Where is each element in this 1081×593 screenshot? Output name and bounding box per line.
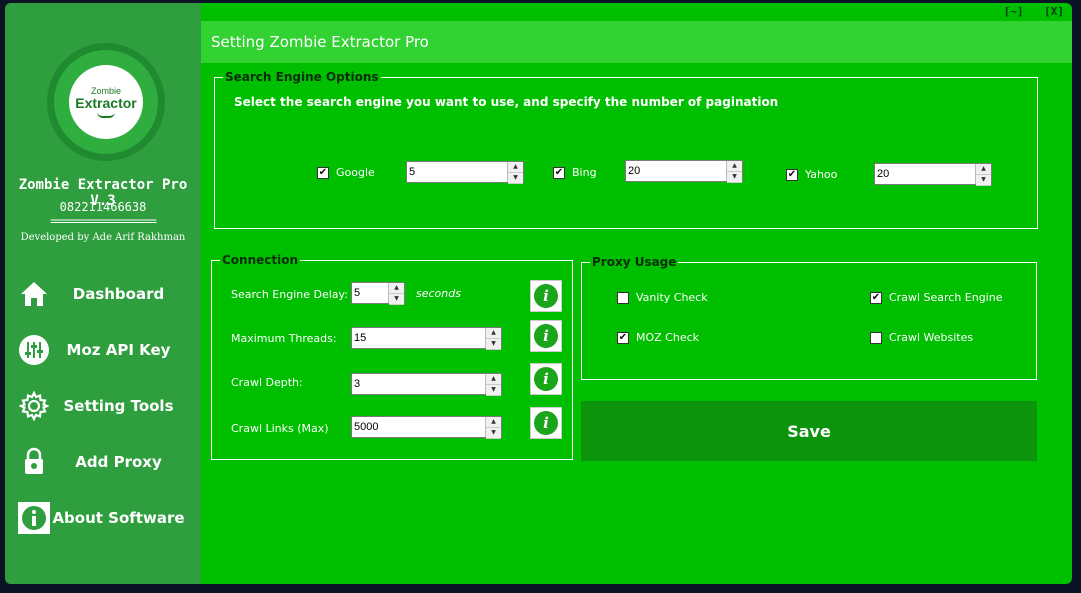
connection-group: Connection Search Engine Delay: 5 ▲ ▼ se… (211, 252, 573, 460)
sidebar-item-label: Dashboard (72, 285, 165, 303)
search-engine-group: Search Engine Options Select the search … (214, 69, 1038, 229)
window-controls: [~] [X] (990, 5, 1064, 18)
checkbox-label: Bing (572, 166, 597, 179)
proxy-usage-group: Proxy Usage Vanity Check ✔ Crawl Search … (581, 254, 1037, 380)
google-checkbox[interactable]: ✔ Google (317, 166, 375, 179)
sidebar-item-label: Moz API Key (66, 341, 171, 359)
info-icon: i (534, 411, 558, 435)
moz-check-checkbox[interactable]: ✔ MOZ Check (617, 331, 699, 344)
checkbox-box: ✔ (786, 168, 798, 181)
sidebar-item-label: Add Proxy (75, 453, 162, 471)
stepper-up-button[interactable]: ▲ (508, 162, 523, 173)
sidebar-item-moz-api-key[interactable]: Moz API Key (5, 330, 201, 370)
sidebar-item-label: Setting Tools (63, 397, 174, 415)
stepper-down-button[interactable]: ▼ (389, 294, 404, 305)
separator: ================= (50, 214, 157, 228)
stepper-up-button[interactable]: ▲ (486, 328, 501, 339)
gear-icon (17, 390, 51, 422)
search-engine-description: Select the search engine you want to use… (234, 95, 779, 109)
bing-pagination-stepper[interactable]: 20 ▲ ▼ (625, 160, 743, 183)
sliders-icon (17, 334, 51, 366)
maximum-threads-label: Maximum Threads: (231, 332, 337, 345)
connection-legend: Connection (220, 252, 301, 268)
stepper-value: 20 (877, 168, 890, 180)
logo-smile-icon (97, 112, 115, 118)
stepper-down-button[interactable]: ▼ (486, 428, 501, 439)
checkbox-label: Crawl Websites (889, 331, 974, 344)
stepper-value: 15 (354, 332, 367, 344)
app-window: Zombie Extractor Zombie Extractor Pro V.… (5, 3, 1072, 584)
threads-info-button[interactable]: i (530, 320, 562, 352)
sidebar-item-about-software[interactable]: About Software (5, 498, 201, 538)
stepper-value: 5 (409, 166, 416, 178)
yahoo-pagination-stepper[interactable]: 20 ▲ ▼ (874, 163, 992, 186)
checkbox-label: Google (336, 166, 375, 179)
crawl-links-stepper[interactable]: 5000 ▲ ▼ (351, 416, 502, 439)
sidebar-item-label: About Software (52, 509, 185, 527)
crawl-depth-label: Crawl Depth: (231, 376, 303, 389)
crawl-search-engine-checkbox[interactable]: ✔ Crawl Search Engine (870, 291, 1002, 304)
stepper-up-button[interactable]: ▲ (727, 161, 742, 172)
checkbox-box (617, 291, 629, 304)
crawl-depth-info-button[interactable]: i (530, 363, 562, 395)
yahoo-checkbox[interactable]: ✔ Yahoo (786, 168, 837, 181)
checkbox-box: ✔ (617, 331, 629, 344)
search-engine-legend: Search Engine Options (223, 69, 381, 85)
logo-big-text: Extractor (75, 95, 137, 111)
seconds-unit-label: seconds (416, 287, 461, 300)
stepper-down-button[interactable]: ▼ (727, 172, 742, 183)
stepper-value: 5 (354, 287, 361, 299)
crawl-depth-stepper[interactable]: 3 ▲ ▼ (351, 373, 502, 396)
info-icon: i (534, 367, 558, 391)
app-logo: Zombie Extractor (47, 43, 165, 161)
checkbox-box: ✔ (870, 291, 882, 304)
crawl-links-label: Crawl Links (Max) (231, 422, 329, 435)
checkbox-label: Crawl Search Engine (889, 291, 1003, 304)
checkbox-label: MOZ Check (636, 331, 700, 344)
stepper-up-button[interactable]: ▲ (976, 164, 991, 175)
info-icon: i (534, 324, 558, 348)
stepper-down-button[interactable]: ▼ (486, 385, 501, 396)
save-button[interactable]: Save (581, 401, 1037, 461)
delay-info-button[interactable]: i (530, 280, 562, 312)
stepper-value: 5000 (354, 421, 379, 433)
stepper-down-button[interactable]: ▼ (976, 175, 991, 186)
maximum-threads-stepper[interactable]: 15 ▲ ▼ (351, 327, 502, 350)
minimize-button[interactable]: [~] (1004, 5, 1024, 18)
proxy-usage-legend: Proxy Usage (590, 254, 679, 270)
page-header: Setting Zombie Extractor Pro (201, 21, 1072, 63)
app-phone: 082211466638 (59, 200, 147, 214)
search-engine-delay-label: Search Engine Delay: (231, 288, 348, 301)
checkbox-label: Yahoo (805, 168, 838, 181)
sidebar-item-dashboard[interactable]: Dashboard (5, 274, 201, 314)
checkbox-box: ✔ (553, 166, 565, 179)
sidebar: Zombie Extractor Zombie Extractor Pro V.… (5, 3, 201, 584)
sidebar-item-add-proxy[interactable]: Add Proxy (5, 442, 201, 482)
search-engine-delay-stepper[interactable]: 5 ▲ ▼ (351, 282, 405, 305)
stepper-up-button[interactable]: ▲ (389, 283, 404, 294)
info-icon (17, 502, 51, 534)
google-pagination-stepper[interactable]: 5 ▲ ▼ (406, 161, 524, 184)
bing-checkbox[interactable]: ✔ Bing (553, 166, 597, 179)
stepper-value: 3 (354, 378, 361, 390)
stepper-value: 20 (628, 165, 641, 177)
vanity-check-checkbox[interactable]: Vanity Check (617, 291, 708, 304)
sidebar-item-setting-tools[interactable]: Setting Tools (5, 386, 201, 426)
checkbox-box: ✔ (317, 166, 329, 179)
stepper-up-button[interactable]: ▲ (486, 374, 501, 385)
stepper-up-button[interactable]: ▲ (486, 417, 501, 428)
crawl-links-info-button[interactable]: i (530, 407, 562, 439)
info-icon: i (534, 284, 558, 308)
crawl-websites-checkbox[interactable]: Crawl Websites (870, 331, 973, 344)
lock-icon (17, 446, 51, 478)
checkbox-box (870, 331, 882, 344)
stepper-down-button[interactable]: ▼ (508, 173, 523, 184)
home-icon (17, 278, 51, 310)
close-button[interactable]: [X] (1044, 5, 1064, 18)
developer-credit: Developed by Ade Arif Rakhman (20, 232, 186, 243)
checkbox-label: Vanity Check (636, 291, 708, 304)
stepper-down-button[interactable]: ▼ (486, 339, 501, 350)
page-title: Setting Zombie Extractor Pro (211, 33, 429, 51)
